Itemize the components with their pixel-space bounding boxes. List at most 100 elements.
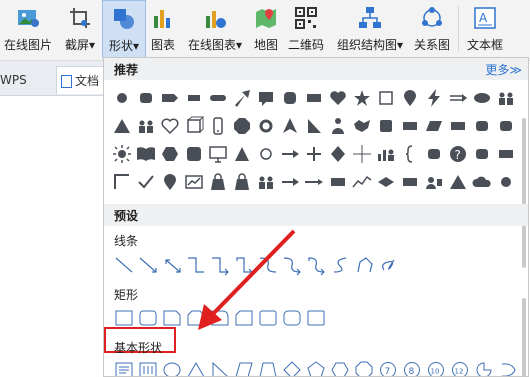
- online-picture-button[interactable]: 在线图片: [2, 0, 54, 58]
- basic-shape-5[interactable]: [212, 361, 228, 377]
- recommended-shape-pin[interactable]: [398, 86, 422, 110]
- recommended-shape-brace[interactable]: [398, 142, 422, 166]
- recommended-shape-rect[interactable]: [494, 142, 518, 166]
- line-shape-3[interactable]: [165, 259, 181, 273]
- rect-shape-9[interactable]: [307, 310, 325, 326]
- basic-shape-9[interactable]: [307, 361, 325, 377]
- recommended-shape-rounded[interactable]: [494, 114, 518, 138]
- recommended-shape-map[interactable]: [350, 114, 374, 138]
- tab-document[interactable]: 文档: [56, 66, 104, 94]
- screenshot-button[interactable]: 截屏▾: [58, 0, 102, 58]
- line-shape-12[interactable]: [382, 259, 395, 271]
- line-shape-7[interactable]: [259, 257, 277, 273]
- recommended-shape-rect[interactable]: [398, 170, 422, 194]
- recommended-shape-pentagon-tag[interactable]: [158, 86, 182, 110]
- line-shape-5[interactable]: [212, 257, 229, 276]
- line-shape-9[interactable]: [308, 257, 325, 276]
- recommended-shape-arrow-right[interactable]: [278, 170, 302, 194]
- line-shape-10[interactable]: [333, 257, 347, 273]
- basic-shape-3[interactable]: [163, 362, 181, 377]
- recommended-shape-rounded[interactable]: [470, 142, 494, 166]
- recommended-shape-triangle[interactable]: [446, 170, 470, 194]
- basic-shape-16[interactable]: [476, 362, 492, 377]
- scrollbar-thumb[interactable]: [522, 118, 526, 268]
- recommended-shape-circle[interactable]: [110, 86, 134, 110]
- recommended-shape-monitor[interactable]: [206, 142, 230, 166]
- map-button[interactable]: 地图: [250, 0, 282, 58]
- recommended-shape-people[interactable]: [494, 86, 518, 110]
- recommended-shape-person-card[interactable]: [422, 170, 446, 194]
- recommended-shape-circle-out[interactable]: [254, 142, 278, 166]
- online-chart-button[interactable]: 在线图表▾: [182, 0, 248, 58]
- qrcode-button[interactable]: 二维码: [284, 0, 328, 58]
- chart-button[interactable]: 图表: [148, 0, 178, 58]
- rect-shape-3[interactable]: [163, 310, 181, 326]
- rect-shape-1[interactable]: [115, 310, 133, 326]
- recommended-shape-rounded-sq[interactable]: [278, 86, 302, 110]
- recommended-shape-sq-outline[interactable]: [374, 86, 398, 110]
- more-link[interactable]: 更多≫: [485, 61, 522, 78]
- recommended-shape-ellipse[interactable]: [470, 86, 494, 110]
- recommended-shape-rect[interactable]: [446, 114, 470, 138]
- recommended-shape-shape[interactable]: [494, 170, 518, 194]
- recommended-shape-sun[interactable]: [110, 142, 134, 166]
- recommended-shape-arrow-diag[interactable]: [230, 86, 254, 110]
- recommended-shape-book[interactable]: [134, 142, 158, 166]
- recommended-shape-arrow-right[interactable]: [278, 142, 302, 166]
- recommended-shape-people[interactable]: [254, 170, 278, 194]
- basic-shape-8[interactable]: [283, 361, 301, 377]
- tab-wps[interactable]: WPS: [0, 66, 52, 94]
- basic-shape-6[interactable]: [235, 362, 253, 377]
- rect-shape-6[interactable]: [235, 310, 253, 326]
- rect-shape-4[interactable]: [187, 310, 205, 326]
- recommended-shape-phone[interactable]: [206, 114, 230, 138]
- recommended-shape-chart-people[interactable]: [374, 142, 398, 166]
- recommended-shape-arrow-right-long[interactable]: [302, 170, 326, 194]
- recommended-shape-rect-small[interactable]: [182, 86, 206, 110]
- basic-shape-10[interactable]: [331, 362, 349, 377]
- recommended-shape-bolt[interactable]: [422, 86, 446, 110]
- basic-shape-7[interactable]: [259, 362, 277, 377]
- recommended-shape-pin[interactable]: [158, 170, 182, 194]
- recommended-shape-bag[interactable]: [230, 170, 254, 194]
- basic-shape-2[interactable]: [139, 362, 157, 377]
- basic-shape-11[interactable]: [355, 361, 373, 377]
- recommended-shape-heart[interactable]: [326, 86, 350, 110]
- rect-shape-5[interactable]: [211, 310, 229, 326]
- rect-shape-7[interactable]: [259, 310, 277, 326]
- document-canvas[interactable]: [0, 96, 104, 377]
- line-shape-1[interactable]: [115, 257, 133, 273]
- recommended-shape-plus[interactable]: [302, 142, 326, 166]
- recommended-shape-rounded[interactable]: [470, 114, 494, 138]
- textbox-button[interactable]: A 文本框: [462, 0, 508, 58]
- recommended-shape-ring[interactable]: [254, 114, 278, 138]
- shapes-button[interactable]: 形状▾: [102, 0, 146, 58]
- recommended-shape-person[interactable]: [326, 114, 350, 138]
- recommended-shape-tri-right[interactable]: [302, 114, 326, 138]
- basic-shape-14[interactable]: 10: [428, 362, 444, 377]
- line-shape-6[interactable]: [236, 257, 253, 276]
- recommended-shape-cube[interactable]: [182, 114, 206, 138]
- recommended-shape-zigzag[interactable]: [350, 170, 374, 194]
- basic-shape-15[interactable]: 12: [452, 362, 468, 377]
- line-shape-4[interactable]: [188, 257, 204, 273]
- recommended-shape-star[interactable]: [350, 86, 374, 110]
- line-shape-8[interactable]: [283, 257, 301, 276]
- basic-shape-12[interactable]: 7: [380, 362, 396, 377]
- recommended-shape-question[interactable]: ?: [446, 142, 470, 166]
- recommended-shape-rounded[interactable]: [134, 86, 158, 110]
- recommended-shape-rect-tab[interactable]: [254, 86, 278, 110]
- recommended-shape-arrow-up[interactable]: [278, 114, 302, 138]
- recommended-shape-cross-plus[interactable]: [350, 142, 374, 166]
- recommended-shape-heart-out[interactable]: [158, 114, 182, 138]
- recommended-shape-arrow-lines[interactable]: [446, 86, 470, 110]
- org-chart-button[interactable]: 组织结构图▾: [330, 0, 410, 58]
- basic-shape-17[interactable]: [501, 363, 516, 376]
- basic-shape-1[interactable]: [115, 362, 133, 377]
- recommended-shape-bag[interactable]: [206, 170, 230, 194]
- recommended-shape-octagon[interactable]: [230, 114, 254, 138]
- recommended-shape-rect[interactable]: [326, 170, 350, 194]
- recommended-shape-rect-para[interactable]: [422, 114, 446, 138]
- basic-shape-4[interactable]: [187, 361, 205, 377]
- recommended-shape-pill[interactable]: [206, 86, 230, 110]
